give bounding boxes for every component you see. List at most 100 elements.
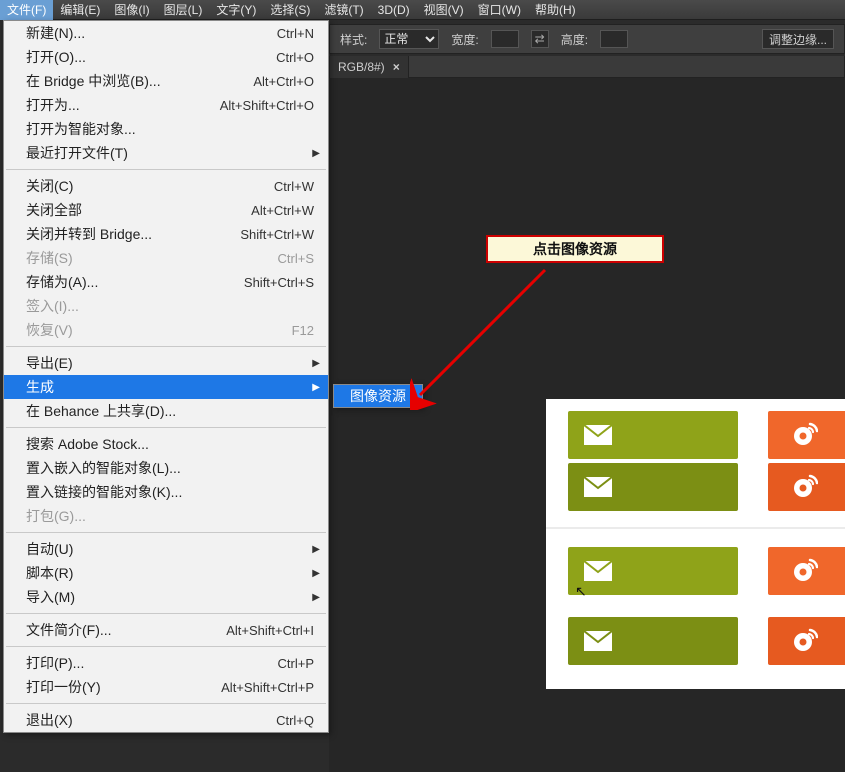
menu-item-accel: Shift+Ctrl+W (220, 227, 314, 242)
menu-item-label: 置入链接的智能对象(K)... (26, 482, 314, 502)
height-field[interactable] (600, 30, 628, 48)
menubar-item[interactable]: 文字(Y) (209, 0, 263, 20)
menu-item-label: 最近打开文件(T) (26, 143, 314, 163)
menu-item-accel: Shift+Ctrl+S (224, 275, 314, 290)
menu-item[interactable]: 打开为...Alt+Shift+Ctrl+O (4, 93, 328, 117)
menu-item-accel: Alt+Shift+Ctrl+P (201, 680, 314, 695)
menu-item-accel: Alt+Shift+Ctrl+I (206, 623, 314, 638)
menu-item-label: 打包(G)... (26, 506, 314, 526)
width-field[interactable] (491, 30, 519, 48)
height-label: 高度: (561, 31, 588, 48)
document-tabs: RGB/8#) × (329, 56, 845, 78)
submenu-item-image-assets[interactable]: 图像资源 (334, 385, 422, 407)
design-preview (546, 399, 845, 689)
menu-item-accel: Ctrl+W (254, 179, 314, 194)
menu-item[interactable]: 最近打开文件(T) (4, 141, 328, 165)
menu-item[interactable]: 置入链接的智能对象(K)... (4, 480, 328, 504)
mail-icon (584, 631, 612, 651)
document-tab-title: RGB/8#) (338, 60, 385, 74)
menu-separator (6, 169, 326, 170)
menu-separator (6, 532, 326, 533)
menubar-item[interactable]: 编辑(E) (53, 0, 107, 20)
menu-item[interactable]: 打开为智能对象... (4, 117, 328, 141)
menu-separator (6, 613, 326, 614)
menu-item-accel: Ctrl+Q (256, 713, 314, 728)
menubar-item[interactable]: 窗口(W) (471, 0, 528, 20)
menu-item[interactable]: 自动(U) (4, 537, 328, 561)
menu-item-label: 新建(N)... (26, 23, 257, 43)
menubar-item[interactable]: 3D(D) (371, 1, 417, 19)
menu-item[interactable]: 搜索 Adobe Stock... (4, 432, 328, 456)
menubar-item[interactable]: 选择(S) (263, 0, 317, 20)
menu-separator (6, 346, 326, 347)
menu-item: 恢复(V)F12 (4, 318, 328, 342)
menu-item-accel: Alt+Ctrl+O (233, 74, 314, 89)
menu-item-label: 文件简介(F)... (26, 620, 206, 640)
menu-item[interactable]: 导出(E) (4, 351, 328, 375)
menu-item-label: 搜索 Adobe Stock... (26, 434, 314, 454)
mail-icon (584, 477, 612, 497)
menubar-item[interactable]: 图像(I) (107, 0, 156, 20)
menu-item-label: 自动(U) (26, 539, 314, 559)
menu-item[interactable]: 打印一份(Y)Alt+Shift+Ctrl+P (4, 675, 328, 699)
menu-item[interactable]: 文件简介(F)...Alt+Shift+Ctrl+I (4, 618, 328, 642)
menu-item-accel: Ctrl+S (258, 251, 314, 266)
document-tab[interactable]: RGB/8#) × (330, 56, 409, 78)
style-label: 样式: (340, 31, 367, 48)
menu-item-accel: Alt+Ctrl+W (231, 203, 314, 218)
style-select[interactable]: 正常 (379, 29, 439, 49)
menubar-item[interactable]: 图层(L) (157, 0, 210, 20)
menu-item: 签入(I)... (4, 294, 328, 318)
menu-separator (6, 703, 326, 704)
menubar: 文件(F)编辑(E)图像(I)图层(L)文字(Y)选择(S)滤镜(T)3D(D)… (0, 0, 845, 20)
menubar-item[interactable]: 帮助(H) (528, 0, 583, 20)
width-label: 宽度: (451, 31, 478, 48)
menu-item[interactable]: 置入嵌入的智能对象(L)... (4, 456, 328, 480)
menu-item-label: 脚本(R) (26, 563, 314, 583)
menu-item[interactable]: 关闭(C)Ctrl+W (4, 174, 328, 198)
menu-item-label: 打开(O)... (26, 47, 256, 67)
menu-item-label: 生成 (26, 377, 314, 397)
menu-item-label: 在 Behance 上共享(D)... (26, 401, 314, 421)
menu-item[interactable]: 打印(P)...Ctrl+P (4, 651, 328, 675)
weibo-icon (792, 473, 818, 499)
menu-separator (6, 646, 326, 647)
menu-item[interactable]: 退出(X)Ctrl+Q (4, 708, 328, 732)
mail-icon (584, 425, 612, 445)
generate-submenu: 图像资源 (333, 384, 423, 408)
menu-item[interactable]: 在 Behance 上共享(D)... (4, 399, 328, 423)
menu-item-label: 打印一份(Y) (26, 677, 201, 697)
menu-item-label: 存储为(A)... (26, 272, 224, 292)
menu-item: 打包(G)... (4, 504, 328, 528)
menu-item-label: 关闭全部 (26, 200, 231, 220)
menubar-item[interactable]: 文件(F) (0, 0, 53, 20)
menu-item-accel: Ctrl+P (258, 656, 314, 671)
menu-item-label: 打开为智能对象... (26, 119, 314, 139)
menu-item[interactable]: 脚本(R) (4, 561, 328, 585)
menu-item-label: 恢复(V) (26, 320, 272, 340)
menubar-item[interactable]: 视图(V) (417, 0, 471, 20)
menu-item[interactable]: 导入(M) (4, 585, 328, 609)
menu-item-label: 关闭(C) (26, 176, 254, 196)
close-icon[interactable]: × (393, 60, 400, 74)
menu-item-accel: Ctrl+N (257, 26, 314, 41)
menu-item-accel: F12 (272, 323, 314, 338)
menu-item[interactable]: 在 Bridge 中浏览(B)...Alt+Ctrl+O (4, 69, 328, 93)
menubar-item[interactable]: 滤镜(T) (317, 0, 370, 20)
menu-item[interactable]: 生成 (4, 375, 328, 399)
menu-item[interactable]: 新建(N)...Ctrl+N (4, 21, 328, 45)
menu-item: 存储(S)Ctrl+S (4, 246, 328, 270)
menu-item-label: 打开为... (26, 95, 200, 115)
menu-item-label: 导出(E) (26, 353, 314, 373)
menu-item-label: 打印(P)... (26, 653, 258, 673)
menu-item[interactable]: 存储为(A)...Shift+Ctrl+S (4, 270, 328, 294)
swap-dimensions-icon[interactable]: ⇄ (531, 30, 549, 48)
menu-item[interactable]: 关闭全部Alt+Ctrl+W (4, 198, 328, 222)
menu-separator (6, 427, 326, 428)
menu-item[interactable]: 打开(O)...Ctrl+O (4, 45, 328, 69)
weibo-icon (792, 557, 818, 583)
menu-item[interactable]: 关闭并转到 Bridge...Shift+Ctrl+W (4, 222, 328, 246)
menu-item-label: 存储(S) (26, 248, 258, 268)
adjust-edges-button[interactable]: 调整边缘... (762, 29, 834, 49)
menu-item-label: 在 Bridge 中浏览(B)... (26, 71, 233, 91)
